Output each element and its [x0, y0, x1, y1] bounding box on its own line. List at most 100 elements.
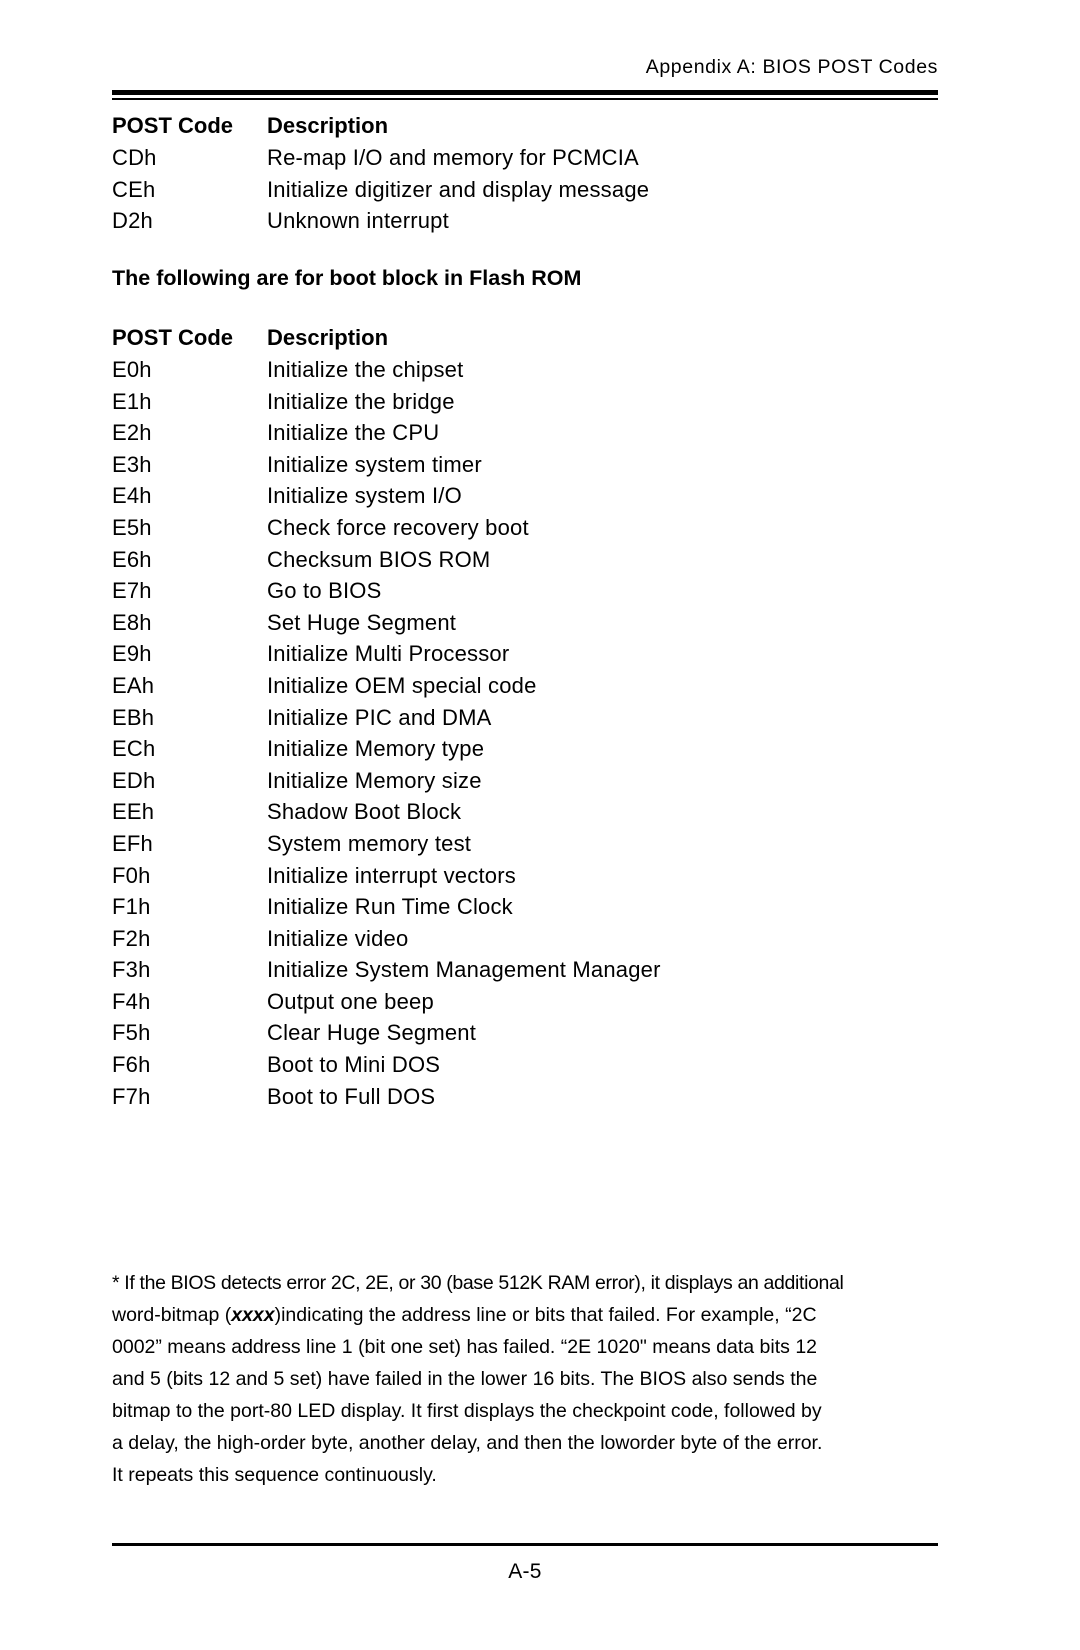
cell-description: Unknown interrupt [267, 208, 449, 234]
column-header-description: Description [267, 325, 389, 350]
cell-post-code: E3h [112, 451, 152, 477]
cell-description: Initialize PIC and DMA [267, 704, 492, 730]
cell-description: Boot to Full DOS [267, 1083, 436, 1109]
table-row: EFh System memory test [112, 831, 938, 863]
document-page: Appendix A: BIOS POST Codes POST Code De… [0, 0, 1080, 1650]
cell-post-code: F1h [112, 894, 151, 920]
table-row: F4h Output one beep [112, 989, 938, 1021]
table-row: E9h Initialize Multi Processor [112, 641, 938, 673]
cell-description: Boot to Mini DOS [267, 1052, 441, 1078]
header-rule-thin [112, 98, 938, 100]
cell-post-code: EEh [112, 799, 155, 825]
cell-description: Shadow Boot Block [267, 799, 462, 825]
cell-description: Output one beep [267, 988, 434, 1014]
table-row: F5h Clear Huge Segment [112, 1020, 938, 1052]
column-header-post-code: POST Code [112, 113, 234, 138]
cell-post-code: E7h [112, 578, 152, 604]
post-code-table-one: POST Code Description CDh Re-map I/O and… [112, 113, 938, 240]
cell-description: Initialize System Management Manager [267, 957, 661, 983]
cell-description: Checksum BIOS ROM [267, 546, 491, 572]
cell-description: Initialize video [267, 925, 409, 951]
cell-post-code: CEh [112, 176, 156, 202]
cell-description: Initialize Run Time Clock [267, 894, 513, 920]
page-number: A-5 [508, 1560, 542, 1583]
cell-post-code: CDh [112, 145, 157, 170]
table-row: F2h Initialize video [112, 926, 938, 958]
column-header-post-code: POST Code [112, 325, 234, 350]
table-header-row: POST Code Description [112, 325, 938, 357]
cell-description: Initialize the chipset [267, 357, 464, 382]
table-row: EEh Shadow Boot Block [112, 799, 938, 831]
table-row: EAh Initialize OEM special code [112, 673, 938, 705]
cell-post-code: F2h [112, 925, 151, 951]
section-heading: The following are for boot block in Flas… [112, 266, 582, 290]
cell-description: Initialize the CPU [267, 420, 440, 446]
cell-post-code: F4h [112, 988, 151, 1014]
post-code-table-two: POST Code Description E0h Initialize the… [112, 325, 938, 1115]
cell-description: Re-map I/O and memory for PCMCIA [267, 145, 639, 170]
cell-post-code: E1h [112, 388, 152, 414]
column-header-description: Description [267, 113, 389, 138]
cell-post-code: E4h [112, 483, 152, 509]
running-head: Appendix A: BIOS POST Codes [645, 56, 938, 78]
table-row: F7h Boot to Full DOS [112, 1084, 938, 1116]
cell-post-code: E5h [112, 514, 152, 540]
cell-post-code: E6h [112, 546, 152, 572]
table-row: EDh Initialize Memory size [112, 768, 938, 800]
cell-description: Initialize digitizer and display message [267, 176, 650, 202]
cell-post-code: E2h [112, 420, 152, 446]
table-row: EBh Initialize PIC and DMA [112, 705, 938, 737]
table-row: E1h Initialize the bridge [112, 389, 938, 421]
cell-post-code: D2h [112, 208, 153, 234]
cell-post-code: E8h [112, 609, 152, 635]
footnote-line: 0002” means address line 1 (bit one set)… [112, 1336, 818, 1358]
table-header-row: POST Code Description [112, 113, 938, 145]
cell-post-code: F3h [112, 957, 151, 983]
footnote-line-rest: indicating the address line or bits that… [281, 1304, 817, 1326]
table-row: E2h Initialize the CPU [112, 420, 938, 452]
cell-post-code: E9h [112, 641, 152, 667]
table-row: E8h Set Huge Segment [112, 610, 938, 642]
table-row: ECh Initialize Memory type [112, 736, 938, 768]
cell-description: Initialize OEM special code [267, 672, 537, 698]
footnote-line: It repeats this sequence continuously. [112, 1464, 437, 1486]
cell-description: Go to BIOS [267, 578, 382, 604]
footnote-line: bitmap to the port-80 LED display. It fi… [112, 1400, 822, 1422]
footnote-line: and 5 (bits 12 and 5 set) have failed in… [112, 1368, 818, 1390]
table-row: E5h Check force recovery boot [112, 515, 938, 547]
table-row: D2h Unknown interrupt [112, 208, 938, 240]
footnote-line: word-bitmap (xxxx)indicating the address… [112, 1304, 944, 1336]
footnote-line-prefix: word-bitmap ( [112, 1304, 232, 1326]
table-row: E4h Initialize system I/O [112, 483, 938, 515]
table-row: CEh Initialize digitizer and display mes… [112, 177, 938, 209]
table-row: E0h Initialize the chipset [112, 357, 938, 389]
cell-post-code: E0h [112, 357, 152, 382]
cell-post-code: EDh [112, 767, 156, 793]
cell-description: Initialize system timer [267, 451, 482, 477]
table-row: E7h Go to BIOS [112, 578, 938, 610]
cell-description: Check force recovery boot [267, 514, 529, 540]
footnote-block: * If the BIOS detects error 2C, 2E, or 3… [112, 1272, 944, 1496]
cell-description: Initialize system I/O [267, 483, 462, 509]
cell-description: Clear Huge Segment [267, 1020, 477, 1046]
table-row: E6h Checksum BIOS ROM [112, 547, 938, 579]
cell-post-code: EBh [112, 704, 155, 730]
cell-post-code: ECh [112, 736, 156, 762]
table-row: F0h Initialize interrupt vectors [112, 863, 938, 895]
footnote-emphasis-xxxx: xxxx [231, 1304, 275, 1326]
cell-description: Initialize the bridge [267, 388, 455, 414]
cell-description: Set Huge Segment [267, 609, 457, 635]
header-double-rule [112, 90, 938, 100]
footnote-line: * If the BIOS detects error 2C, 2E, or 3… [112, 1272, 844, 1294]
table-row: CDh Re-map I/O and memory for PCMCIA [112, 145, 938, 177]
cell-description: Initialize Memory size [267, 767, 482, 793]
table-row: F3h Initialize System Management Manager [112, 957, 938, 989]
cell-post-code: F0h [112, 862, 151, 888]
cell-post-code: F7h [112, 1083, 151, 1109]
cell-post-code: EAh [112, 672, 155, 698]
cell-post-code: EFh [112, 830, 153, 856]
footnote-line: a delay, the high-order byte, another de… [112, 1432, 823, 1454]
cell-description: Initialize Memory type [267, 736, 485, 762]
table-row: F6h Boot to Mini DOS [112, 1052, 938, 1084]
cell-description: System memory test [267, 830, 472, 856]
